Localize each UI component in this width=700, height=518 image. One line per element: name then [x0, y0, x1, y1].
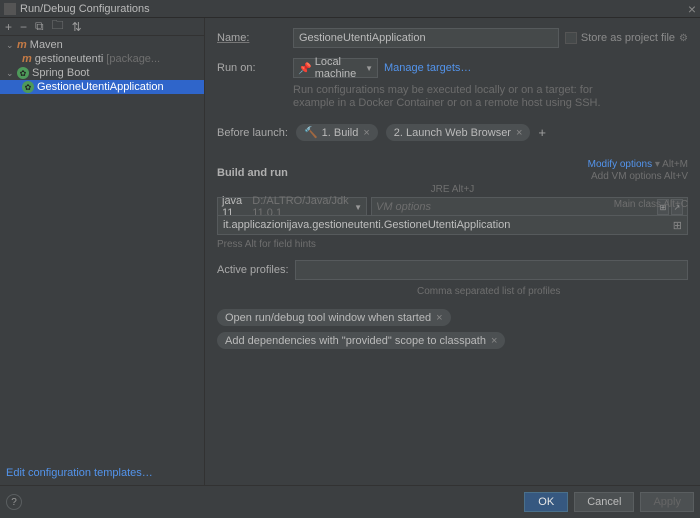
edit-templates-link[interactable]: Edit configuration templates…	[0, 461, 204, 485]
maven-icon: m	[17, 39, 27, 51]
spring-icon: ✿	[22, 81, 34, 93]
main-panel: Name: Store as project file ⚙ Run on: 📌 …	[205, 18, 700, 485]
tree-node-springboot-child[interactable]: ✿ GestioneUtentiApplication	[0, 80, 204, 94]
tree-label: Spring Boot	[32, 67, 89, 79]
add-before-launch-button[interactable]: +	[538, 125, 546, 140]
main-class-input[interactable]: it.applicazionijava.gestioneutenti.Gesti…	[217, 215, 688, 235]
store-as-project-file[interactable]: Store as project file ⚙	[565, 32, 688, 44]
runon-select[interactable]: 📌 Local machine ▼	[293, 58, 378, 78]
add-config-button[interactable]: +	[5, 20, 12, 34]
config-tree: ⌄ m Maven m gestioneutenti [package... ⌄…	[0, 36, 204, 461]
chevron-down-icon: ⌄	[6, 40, 14, 51]
footer: ? OK Cancel Apply	[0, 485, 700, 518]
name-label: Name:	[217, 32, 287, 44]
profiles-row: Active profiles:	[217, 260, 688, 280]
shortcut-hint: Alt+V	[664, 171, 688, 182]
window-title: Run/Debug Configurations	[20, 3, 150, 15]
tree-label: Maven	[30, 39, 63, 51]
tree-label: gestioneutenti	[35, 53, 104, 65]
tree-node-maven-child[interactable]: m gestioneutenti [package...	[0, 52, 204, 66]
remove-config-button[interactable]: −	[20, 20, 27, 34]
tree-node-maven[interactable]: ⌄ m Maven	[0, 38, 204, 52]
sort-button[interactable]: ⇅	[72, 20, 82, 34]
sidebar: + − ⧉ 🗀 ⇅ ⌄ m Maven m gestioneutenti [pa…	[0, 18, 205, 485]
build-run-header: Build and run Modify options ▾ Alt+M Add…	[217, 159, 688, 183]
build-run-title: Build and run	[217, 167, 288, 179]
runon-label: Run on:	[217, 62, 287, 74]
before-launch-row: Before launch: 🔨 1. Build × 2. Launch We…	[217, 124, 688, 141]
runon-value: Local machine	[315, 56, 365, 80]
app-icon	[4, 3, 16, 15]
profiles-input[interactable]	[295, 260, 688, 280]
before-chip-build[interactable]: 🔨 1. Build ×	[296, 124, 378, 141]
close-icon[interactable]: ×	[688, 1, 696, 17]
expand-icon[interactable]: ⊞	[673, 219, 682, 232]
tree-label: GestioneUtentiApplication	[37, 81, 164, 93]
mainclass-hint: Main class Alt+C	[217, 199, 688, 210]
cancel-button[interactable]: Cancel	[574, 492, 634, 512]
chip-open-tool-window[interactable]: Open run/debug tool window when started …	[217, 309, 451, 326]
jre-hint: JRE Alt+J	[431, 184, 475, 195]
chevron-down-icon: ▼	[365, 64, 373, 73]
copy-config-button[interactable]: ⧉	[35, 19, 44, 34]
name-row: Name: Store as project file ⚙	[217, 28, 688, 48]
profiles-label: Active profiles:	[217, 264, 289, 276]
close-icon[interactable]: ×	[491, 335, 497, 347]
chevron-down-icon: ▾	[655, 159, 660, 170]
apply-button[interactable]: Apply	[640, 492, 694, 512]
gear-icon[interactable]: ⚙	[679, 33, 688, 44]
chip-provided-scope[interactable]: Add dependencies with "provided" scope t…	[217, 332, 505, 349]
manage-targets-link[interactable]: Manage targets…	[384, 62, 471, 74]
ok-button[interactable]: OK	[524, 492, 568, 512]
tree-label-hint: [package...	[106, 53, 160, 65]
shortcut-hint: Alt+M	[662, 159, 688, 170]
hammer-icon: 🔨	[304, 126, 318, 139]
tree-node-springboot[interactable]: ⌄ ✿ Spring Boot	[0, 66, 204, 80]
field-hint: Press Alt for field hints	[217, 239, 688, 250]
close-icon[interactable]: ×	[436, 312, 442, 324]
help-button[interactable]: ?	[6, 494, 22, 510]
content: + − ⧉ 🗀 ⇅ ⌄ m Maven m gestioneutenti [pa…	[0, 18, 700, 485]
name-input[interactable]	[293, 28, 559, 48]
close-icon[interactable]: ×	[516, 127, 522, 139]
add-vm-hint[interactable]: Add VM options	[591, 171, 662, 182]
runon-description: Run configurations may be executed local…	[293, 84, 688, 110]
chevron-down-icon: ⌄	[6, 68, 14, 79]
store-label: Store as project file	[581, 32, 675, 44]
modify-options-link[interactable]: Modify options	[588, 159, 652, 170]
before-launch-label: Before launch:	[217, 127, 288, 139]
folder-button[interactable]: 🗀	[52, 16, 64, 37]
maven-icon: m	[22, 53, 32, 65]
checkbox-icon[interactable]	[565, 32, 577, 44]
option-chips: Open run/debug tool window when started …	[217, 309, 688, 349]
close-icon[interactable]: ×	[363, 127, 369, 139]
sidebar-toolbar: + − ⧉ 🗀 ⇅	[0, 18, 204, 36]
spring-icon: ✿	[17, 67, 29, 79]
before-chip-browser[interactable]: 2. Launch Web Browser ×	[386, 124, 531, 141]
runon-row: Run on: 📌 Local machine ▼ Manage targets…	[217, 58, 688, 78]
profiles-hint: Comma separated list of profiles	[217, 286, 688, 297]
main-class-value: it.applicazionijava.gestioneutenti.Gesti…	[223, 219, 510, 231]
pin-icon: 📌	[298, 62, 312, 75]
titlebar: Run/Debug Configurations ×	[0, 0, 700, 18]
